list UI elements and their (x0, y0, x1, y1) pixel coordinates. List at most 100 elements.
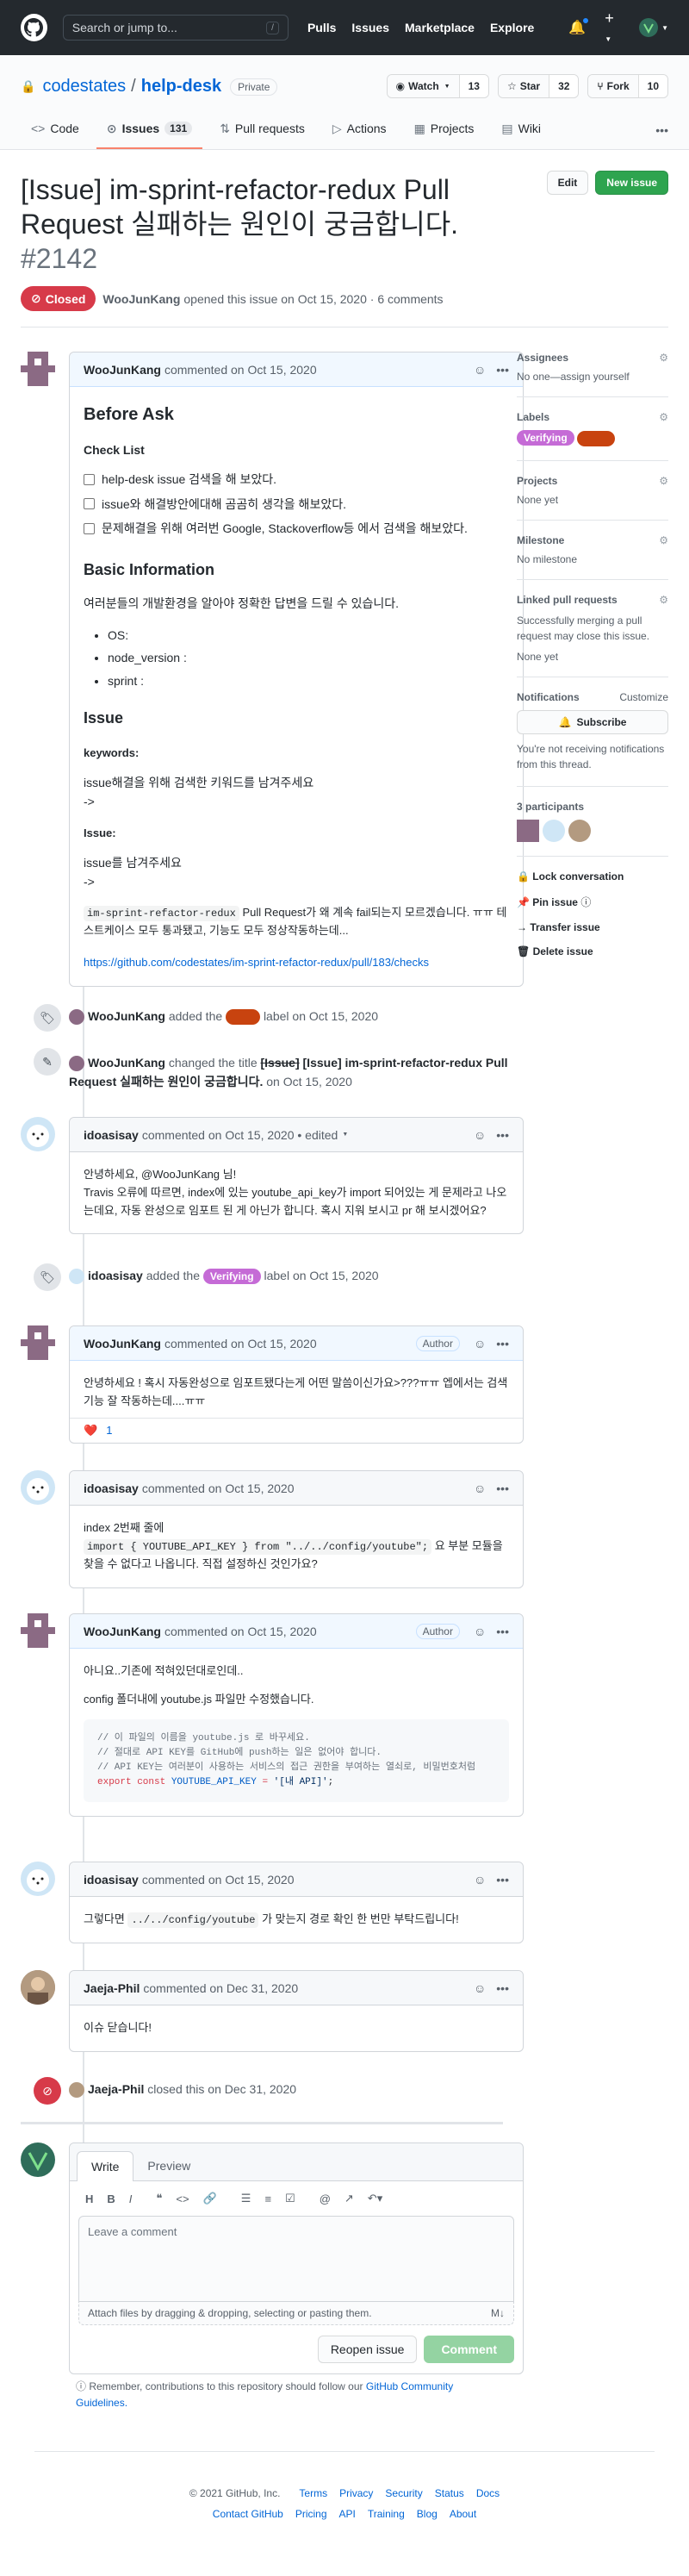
avatar[interactable] (21, 1613, 55, 1648)
label-badge[interactable] (226, 1009, 261, 1026)
checks-link[interactable]: https://github.com/codestates/im-sprint-… (84, 956, 429, 969)
avatar[interactable] (21, 1862, 55, 1896)
tab-projects[interactable]: ▦ Projects (404, 109, 485, 149)
footer-link[interactable]: Security (385, 2487, 422, 2499)
avatar[interactable] (69, 1009, 84, 1026)
comment-author[interactable]: WooJunKang (84, 363, 161, 377)
issue-author[interactable]: WooJunKang (102, 292, 180, 306)
edit-button[interactable]: Edit (546, 171, 589, 195)
kebab-icon[interactable]: ••• (496, 1981, 509, 1995)
reference-icon[interactable]: ↗ (344, 2192, 354, 2205)
tab-issues[interactable]: ⊙ Issues 131 (96, 109, 203, 149)
plus-dropdown[interactable]: + ▼ (605, 9, 620, 46)
comment-author[interactable]: WooJunKang (84, 1337, 161, 1350)
label-badge[interactable] (577, 430, 616, 446)
linked-pr-heading[interactable]: Linked pull requests (517, 594, 668, 606)
markdown-icon[interactable]: M↓ (491, 2307, 505, 2319)
checkbox[interactable] (84, 474, 95, 486)
ordered-list-icon[interactable]: ≡ (264, 2192, 271, 2205)
avatar[interactable] (568, 819, 591, 842)
footer-link[interactable]: Pricing (295, 2508, 327, 2520)
watch-button[interactable]: ◉ Watch ▼ (387, 75, 459, 97)
gear-icon[interactable]: ⚙ (659, 352, 668, 364)
transfer-issue-button[interactable]: → Transfer issue (517, 921, 668, 933)
watch-count[interactable]: 13 (458, 75, 488, 97)
nav-marketplace[interactable]: Marketplace (405, 21, 475, 34)
avatar[interactable] (69, 1056, 84, 1072)
nav-explore[interactable]: Explore (490, 21, 534, 34)
kebab-icon[interactable]: ••• (496, 1128, 509, 1142)
smiley-icon[interactable]: ☺ (474, 1337, 486, 1350)
star-button[interactable]: ☆ Star (498, 75, 549, 97)
gear-icon[interactable]: ⚙ (659, 594, 668, 606)
label-badge[interactable]: Verifying (202, 1269, 261, 1284)
gear-icon[interactable]: ⚙ (659, 534, 668, 546)
avatar[interactable] (21, 2143, 55, 2177)
nav-issues[interactable]: Issues (351, 21, 389, 34)
unordered-list-icon[interactable]: ☰ (241, 2192, 251, 2205)
code-icon[interactable]: <> (176, 2192, 189, 2205)
footer-link[interactable]: About (450, 2508, 476, 2520)
heading-icon[interactable]: H (85, 2192, 93, 2205)
smiley-icon[interactable]: ☺ (474, 1981, 486, 1995)
event-actor[interactable]: idoasisay (88, 1269, 143, 1282)
checkbox[interactable] (84, 522, 95, 534)
tab-actions[interactable]: ▷ Actions (322, 109, 397, 149)
avatar[interactable] (21, 1470, 55, 1505)
star-count[interactable]: 32 (549, 75, 579, 97)
fork-count[interactable]: 10 (637, 75, 667, 97)
repo-owner-link[interactable]: codestates (42, 77, 126, 97)
nav-pulls[interactable]: Pulls (307, 21, 336, 34)
event-actor[interactable]: WooJunKang (88, 1056, 165, 1070)
projects-heading[interactable]: Projects (517, 475, 668, 487)
comment-author[interactable]: WooJunKang (84, 1625, 161, 1638)
milestone-heading[interactable]: Milestone (517, 534, 668, 546)
footer-link[interactable]: Docs (476, 2487, 500, 2499)
more-icon[interactable]: ••• (655, 123, 668, 137)
footer-link[interactable]: Blog (417, 2508, 438, 2520)
labels-heading[interactable]: Labels (517, 411, 668, 423)
event-actor[interactable]: WooJunKang (88, 1009, 165, 1023)
smiley-icon[interactable]: ☺ (474, 1481, 486, 1495)
italic-icon[interactable]: I (129, 2192, 133, 2205)
kebab-icon[interactable]: ••• (496, 1337, 509, 1350)
attach-bar[interactable]: Attach files by dragging & dropping, sel… (78, 2302, 514, 2325)
comment-textarea[interactable]: Leave a comment (78, 2216, 514, 2302)
smiley-icon[interactable]: ☺ (474, 363, 486, 377)
footer-link[interactable]: Status (435, 2487, 464, 2499)
smiley-icon[interactable]: ☺ (474, 1873, 486, 1887)
bell-icon[interactable]: 🔔 (568, 17, 590, 36)
gear-icon[interactable]: ⚙ (659, 411, 668, 423)
avatar[interactable] (543, 819, 565, 842)
bold-icon[interactable]: B (107, 2192, 115, 2205)
reopen-button[interactable]: Reopen issue (317, 2336, 418, 2363)
footer-link[interactable]: Terms (299, 2487, 327, 2499)
repo-name-link[interactable]: help-desk (141, 77, 221, 97)
tab-preview[interactable]: Preview (133, 2151, 204, 2180)
avatar[interactable] (21, 352, 55, 386)
github-logo-icon[interactable] (21, 14, 47, 41)
footer-link[interactable]: Training (368, 2508, 405, 2520)
kebab-icon[interactable]: ••• (496, 1625, 509, 1638)
tab-write[interactable]: Write (77, 2151, 134, 2181)
lock-conversation-button[interactable]: 🔒 Lock conversation (517, 870, 668, 883)
event-actor[interactable]: Jaeja-Phil (88, 2082, 144, 2096)
comment-author[interactable]: Jaeja-Phil (84, 1981, 140, 1995)
subscribe-button[interactable]: 🔔 Subscribe (517, 709, 668, 734)
footer-link[interactable]: Contact GitHub (213, 2508, 283, 2520)
caret-down-icon[interactable]: ▼ (342, 1132, 348, 1138)
kebab-icon[interactable]: ••• (496, 1481, 509, 1495)
delete-issue-button[interactable]: 🗑 Delete issue (517, 945, 668, 957)
footer-link[interactable]: Privacy (339, 2487, 373, 2499)
footer-link[interactable]: API (339, 2508, 356, 2520)
task-list-icon[interactable]: ☑ (285, 2192, 295, 2205)
tab-code[interactable]: <> Code (21, 109, 90, 149)
label-badge[interactable]: Verifying (517, 430, 574, 446)
comment-author[interactable]: idoasisay (84, 1873, 139, 1887)
pin-issue-button[interactable]: 📌 Pin issue ⓘ (517, 895, 668, 909)
new-issue-button[interactable]: New issue (595, 171, 668, 195)
assignees-heading[interactable]: Assignees (517, 352, 668, 364)
tab-wiki[interactable]: ▤ Wiki (491, 109, 551, 149)
avatar[interactable] (21, 1117, 55, 1151)
assignees-value[interactable]: No one—assign yourself (517, 371, 668, 383)
